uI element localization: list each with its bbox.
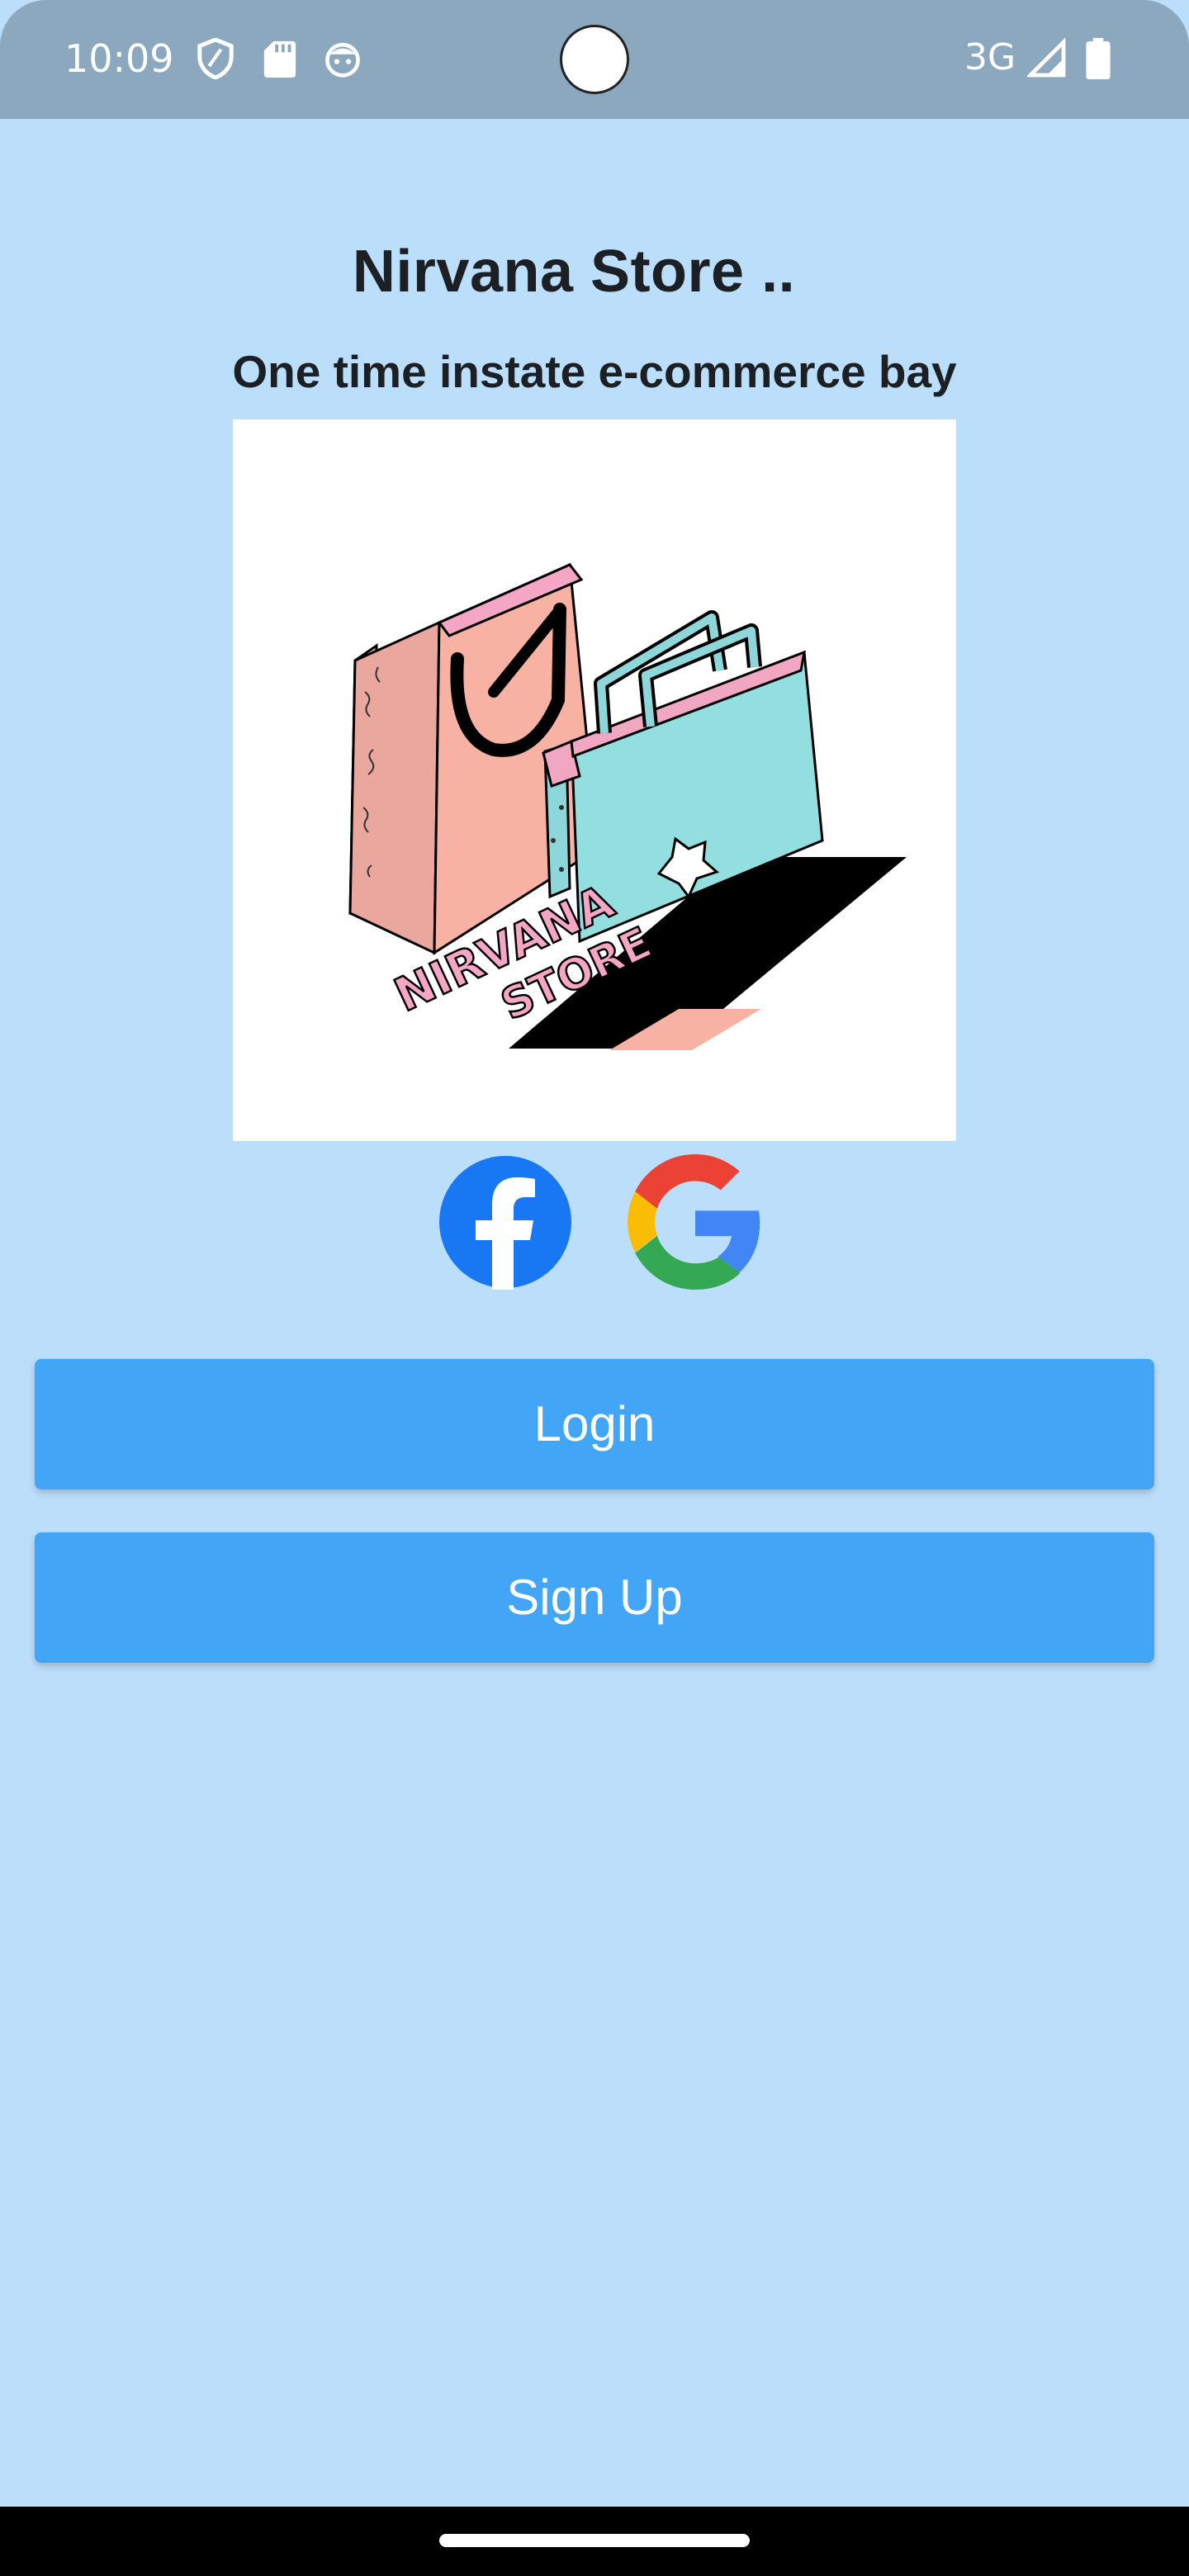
network-label: 3G [964,36,1016,78]
status-bar: 10:09 3G [0,0,1189,119]
signup-button[interactable]: Sign Up [35,1532,1154,1663]
shopping-bags-logo: NIRVANA STORE [348,562,907,1050]
page-subtitle: One time instate e-commerce bay [232,346,957,397]
sd-card-icon [263,40,296,78]
shield-icon [197,38,234,79]
camera-cutout [560,25,629,94]
face-icon [325,42,360,78]
facebook-login-button[interactable] [438,1154,573,1290]
google-icon [628,1154,760,1290]
navigation-bar [0,2507,1189,2576]
home-gesture-handle[interactable] [439,2534,750,2547]
google-login-button[interactable] [628,1154,763,1290]
login-button[interactable]: Login [35,1359,1154,1489]
facebook-icon [439,1156,571,1290]
status-time: 10:09 [64,36,174,81]
page-title: Nirvana Store .. [352,239,796,305]
store-logo-image: NIRVANA STORE [233,419,956,1141]
battery-icon [1086,38,1111,79]
signal-icon [1027,38,1066,78]
